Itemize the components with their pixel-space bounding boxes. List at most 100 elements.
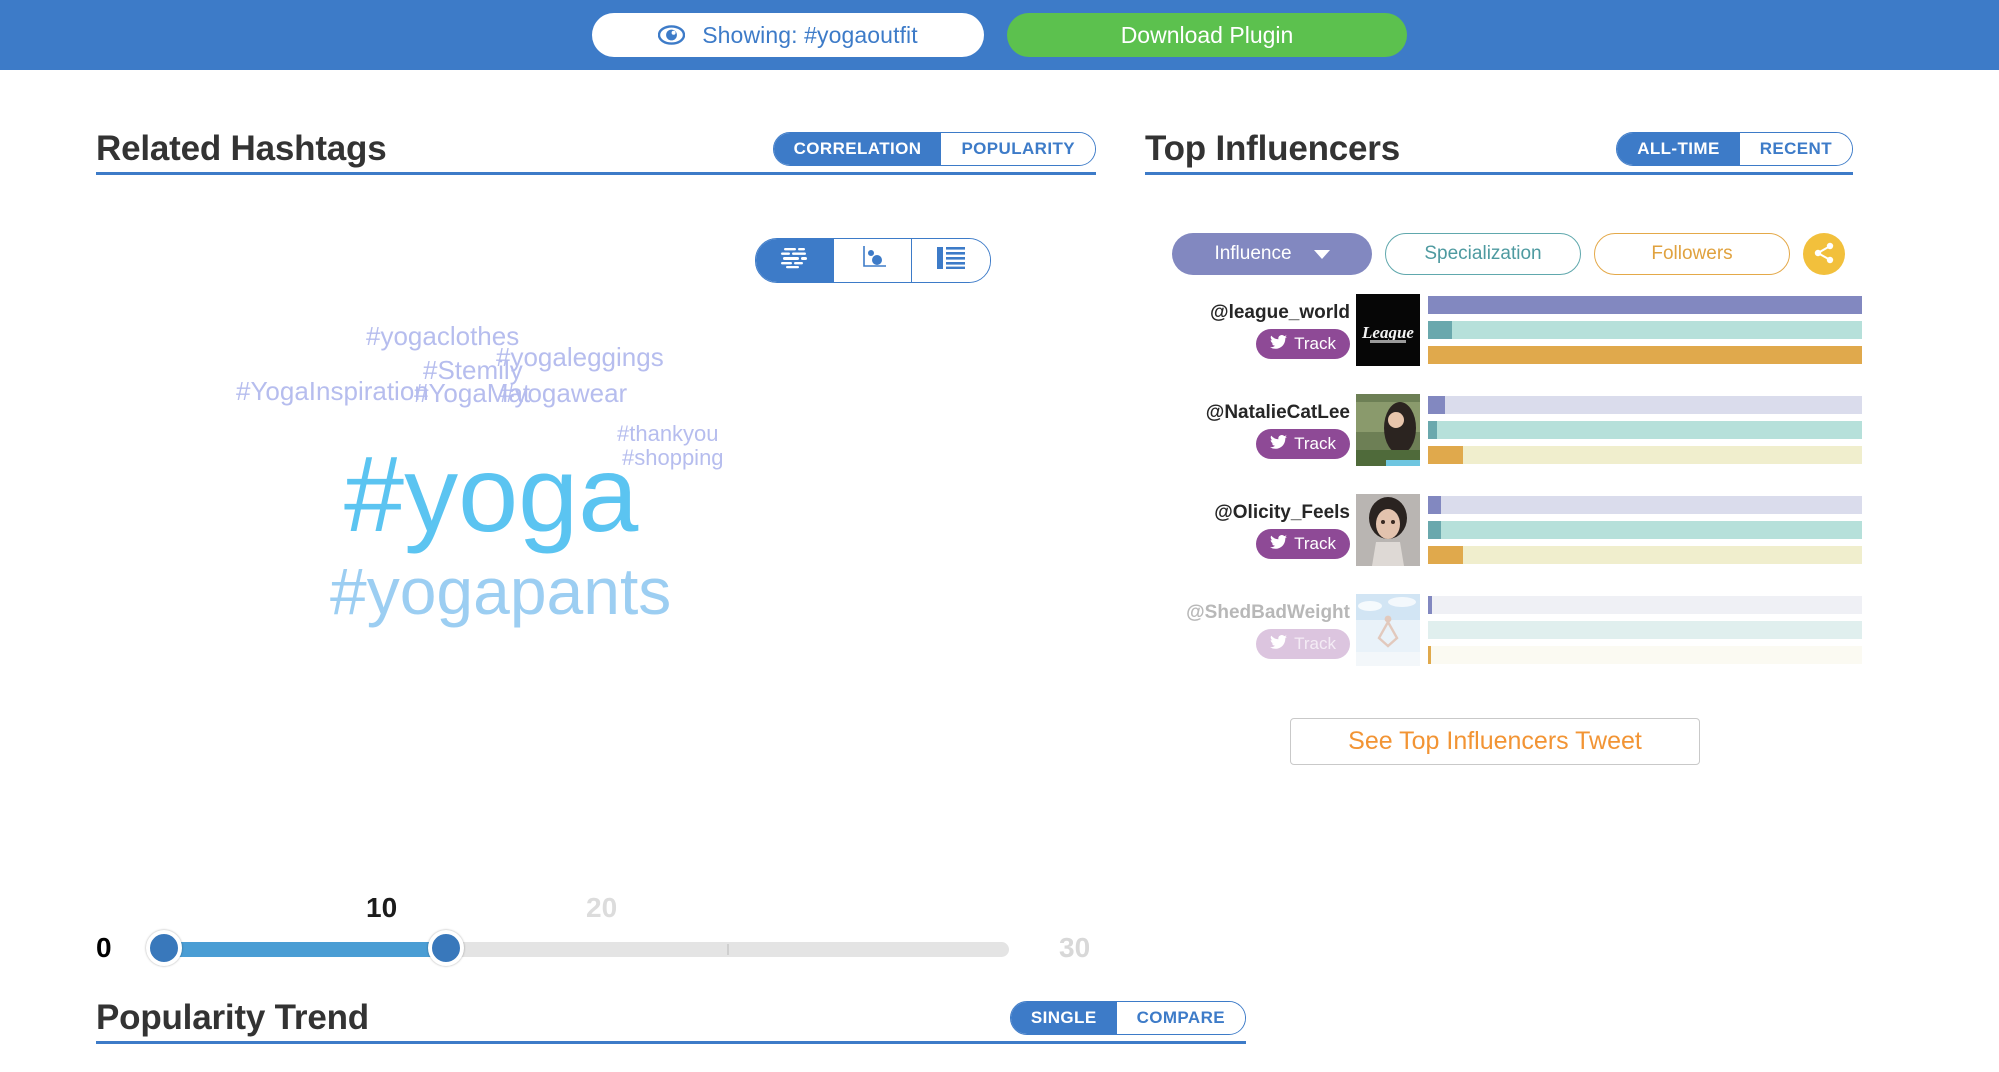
bar-fill — [1428, 496, 1442, 514]
bar-track — [1428, 496, 1862, 514]
tab-single[interactable]: SINGLE — [1010, 1002, 1117, 1034]
bar-fill — [1428, 596, 1433, 614]
view-mode-list[interactable] — [912, 239, 990, 282]
bar-specialization — [1428, 521, 1862, 539]
slider-max-label: 30 — [1059, 932, 1091, 963]
slider-track[interactable] — [164, 942, 1009, 957]
bar-followers — [1428, 346, 1862, 364]
slider-tick-mark — [727, 944, 730, 955]
influencer-metric-bars — [1428, 496, 1862, 564]
influencer-row[interactable]: @ShedBadWeight Track — [1172, 592, 1862, 668]
tab-correlation[interactable]: CORRELATION — [773, 133, 942, 165]
track-button-label: Track — [1294, 433, 1336, 453]
track-button[interactable]: Track — [1256, 528, 1350, 559]
influencer-filter-group[interactable]: Influence Specialization Followers — [1172, 233, 1845, 275]
bar-specialization — [1428, 621, 1862, 639]
bar-fill — [1428, 521, 1442, 539]
hashtag-word-cloud: #yoga #yogapants #yogaclothes #yogaleggings… — [96, 290, 1096, 720]
share-button[interactable] — [1803, 233, 1845, 275]
bar-influence — [1428, 396, 1862, 414]
slider-fill — [164, 942, 446, 957]
influencer-row[interactable]: @Olicity_Feels Track — [1172, 492, 1862, 568]
bar-track — [1428, 321, 1862, 339]
influencer-handle: @NatalieCatLee — [1205, 401, 1350, 423]
scatter-plot-icon — [858, 245, 888, 276]
influencer-meta: @ShedBadWeight Track — [1172, 602, 1350, 659]
bar-track — [1428, 396, 1862, 414]
bar-followers — [1428, 446, 1862, 464]
view-mode-scatter-plot[interactable] — [834, 239, 912, 282]
bar-fill — [1428, 396, 1446, 414]
top-bar: Showing: #yogaoutfit Download Plugin — [0, 0, 1999, 70]
filter-specialization-button[interactable]: Specialization — [1385, 233, 1581, 275]
related-hashtags-title: Related Hashtags — [96, 129, 387, 168]
showing-hashtag-label: Showing: #yogaoutfit — [702, 21, 918, 48]
eye-icon — [658, 25, 686, 45]
bar-track — [1428, 621, 1862, 639]
hashtags-metric-toggle[interactable]: CORRELATION POPULARITY — [772, 132, 1096, 166]
tab-popularity[interactable]: POPULARITY — [941, 133, 1095, 165]
influencer-handle: @Olicity_Feels — [1214, 501, 1350, 523]
influencer-list: @league_world Track League @NatalieCatLee Tr… — [1172, 292, 1862, 692]
filter-followers-button[interactable]: Followers — [1594, 233, 1790, 275]
track-button[interactable]: Track — [1256, 428, 1350, 459]
influencer-row[interactable]: @league_world Track League — [1172, 292, 1862, 368]
bar-track — [1428, 446, 1862, 464]
see-top-influencers-tweet-button[interactable]: See Top Influencers Tweet — [1290, 718, 1700, 765]
bar-fill — [1428, 296, 1862, 314]
bar-fill — [1428, 646, 1432, 664]
slider-handle-low[interactable] — [146, 930, 182, 966]
hashtag-view-mode-group[interactable] — [755, 238, 991, 283]
hashtag-word[interactable]: #shopping — [622, 447, 724, 469]
bar-track — [1428, 646, 1862, 664]
popularity-trend-header: Popularity Trend SINGLE COMPARE — [96, 1000, 1246, 1044]
popularity-mode-toggle[interactable]: SINGLE COMPARE — [1009, 1001, 1246, 1035]
influencer-metric-bars — [1428, 296, 1862, 364]
tab-compare[interactable]: COMPARE — [1116, 1002, 1245, 1034]
twitter-bird-icon — [1270, 434, 1288, 454]
influencers-period-toggle[interactable]: ALL-TIME RECENT — [1616, 132, 1853, 166]
view-mode-word-cloud[interactable] — [756, 239, 834, 282]
avatar[interactable]: League — [1356, 294, 1420, 366]
hashtag-word[interactable]: #thankyou — [617, 423, 719, 445]
influencer-row[interactable]: @NatalieCatLee Track — [1172, 392, 1862, 468]
avatar[interactable] — [1356, 594, 1420, 666]
slider-handle-high[interactable] — [427, 930, 464, 966]
avatar[interactable] — [1356, 494, 1420, 566]
influencer-metric-bars — [1428, 396, 1862, 464]
track-button[interactable]: Track — [1256, 328, 1350, 359]
share-icon — [1812, 241, 1836, 268]
track-button[interactable]: Track — [1256, 628, 1350, 659]
bar-followers — [1428, 546, 1862, 564]
slider-mid-tick-label: 20 — [586, 892, 618, 923]
bar-fill — [1428, 446, 1463, 464]
hashtag-word[interactable]: #YogaInspiration — [236, 378, 429, 404]
tab-all-time[interactable]: ALL-TIME — [1617, 133, 1740, 165]
twitter-bird-icon — [1270, 634, 1288, 654]
bar-track — [1428, 421, 1862, 439]
popularity-trend-title: Popularity Trend — [96, 998, 369, 1037]
bar-fill — [1428, 321, 1452, 339]
bar-fill — [1428, 546, 1463, 564]
top-influencers-header: Top Influencers ALL-TIME RECENT — [1145, 131, 1853, 175]
tab-recent[interactable]: RECENT — [1739, 133, 1852, 165]
bar-influence — [1428, 496, 1862, 514]
showing-hashtag-pill[interactable]: Showing: #yogaoutfit — [592, 13, 984, 57]
top-influencers-title: Top Influencers — [1145, 129, 1400, 168]
bar-influence — [1428, 596, 1862, 614]
chevron-down-icon — [1313, 249, 1330, 259]
hashtag-word[interactable]: #yogapants — [330, 558, 671, 624]
hashtag-count-slider[interactable]: 0 30 10 20 — [96, 880, 1106, 980]
hashtag-word[interactable]: #yogawear — [500, 380, 627, 406]
bar-track — [1428, 596, 1862, 614]
filter-influence-button[interactable]: Influence — [1172, 233, 1372, 275]
download-plugin-button[interactable]: Download Plugin — [1007, 13, 1407, 57]
bar-influence — [1428, 296, 1862, 314]
influencer-handle: @league_world — [1210, 301, 1350, 323]
bar-followers — [1428, 646, 1862, 664]
svg-text:League: League — [1361, 323, 1414, 342]
list-view-icon — [937, 247, 965, 274]
hashtag-word[interactable]: #yoga — [344, 440, 638, 548]
avatar[interactable] — [1356, 394, 1420, 466]
bar-fill — [1428, 421, 1437, 439]
